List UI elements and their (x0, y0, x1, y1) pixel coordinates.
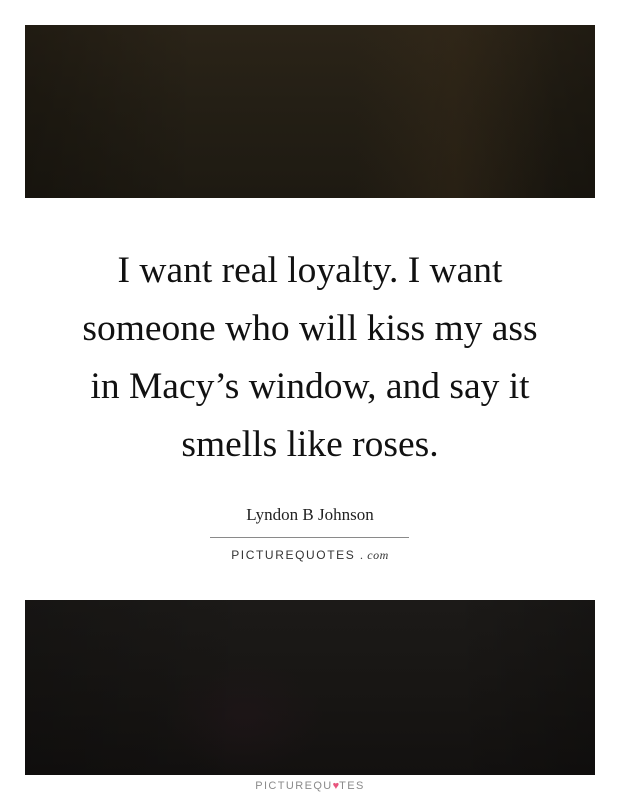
footer-brand-prefix: PICTUREQU (255, 780, 333, 792)
quote-line: someone who will kiss my ass (82, 308, 538, 349)
footer-brand-suffix: TES (339, 780, 365, 792)
quote-line: in Macy’s window, and say it (90, 366, 530, 407)
quote-author: Lyndon B Johnson (246, 505, 374, 524)
author-divider (210, 537, 409, 538)
top-photo-band (25, 25, 595, 198)
site-brand-tld: . com (360, 548, 389, 562)
site-brand-name: PICTUREQUOTES (231, 548, 356, 562)
quote-text: I want real loyalty. I want someone who … (30, 242, 590, 474)
bottom-photo-band (25, 600, 595, 775)
quote-line: I want real loyalty. I want (117, 250, 503, 291)
quote-line: smells like roses. (181, 424, 439, 465)
site-brand: PICTUREQUOTES . com (0, 548, 620, 563)
footer-brand: PICTUREQU♥TES (0, 780, 620, 792)
